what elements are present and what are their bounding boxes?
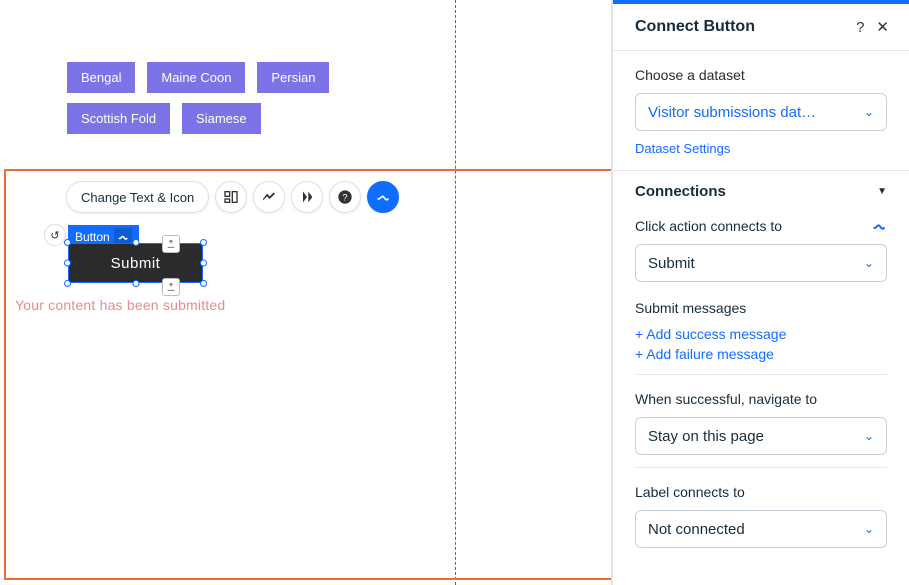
submit-status-message: Your content has been submitted [15, 297, 225, 313]
chevron-down-icon: ⌄ [864, 256, 874, 270]
navigate-section: When successful, navigate to Stay on thi… [613, 375, 909, 467]
chevron-down-icon: ⌄ [864, 429, 874, 443]
dataset-label: Choose a dataset [635, 67, 887, 83]
dataset-section: Choose a dataset Visitor submissions dat… [613, 51, 909, 170]
connect-data-icon[interactable] [367, 181, 399, 213]
tag-item[interactable]: Scottish Fold [67, 103, 170, 134]
chevron-down-icon: ⌄ [864, 105, 874, 119]
label-connects-select[interactable]: Not connected ⌄ [635, 510, 887, 548]
page-center-guide [455, 0, 456, 585]
submit-button[interactable]: Submit [68, 243, 203, 283]
element-type-label: Button [75, 230, 110, 244]
panel-title: Connect Button [635, 18, 755, 36]
help-icon[interactable]: ? [329, 181, 361, 213]
click-action-label-row: Click action connects to [635, 218, 887, 234]
tag-item[interactable]: Maine Coon [147, 62, 245, 93]
dataset-select[interactable]: Visitor submissions dat… ⌄ [635, 93, 887, 131]
padding-handle-bottom[interactable] [162, 278, 180, 296]
dataset-select-value: Visitor submissions dat… [648, 104, 816, 121]
design-icon[interactable] [253, 181, 285, 213]
tag-item[interactable]: Persian [257, 62, 329, 93]
layout-icon[interactable] [215, 181, 247, 213]
close-icon[interactable]: ✕ [876, 18, 889, 36]
connect-panel: Connect Button ? ✕ Choose a dataset Visi… [613, 0, 909, 585]
chevron-down-icon: ⌄ [864, 522, 874, 536]
tag-group: Bengal Maine Coon Persian Scottish Fold … [67, 62, 357, 144]
label-connects-value: Not connected [648, 521, 745, 538]
panel-header: Connect Button ? ✕ [613, 4, 909, 50]
label-connects-label: Label connects to [635, 484, 887, 500]
undo-icon[interactable]: ↺ [44, 224, 66, 246]
element-toolbar: Change Text & Icon ? [66, 181, 399, 213]
label-connects-section: Label connects to Not connected ⌄ [613, 468, 909, 562]
panel-help-icon[interactable]: ? [856, 19, 864, 36]
dataset-settings-link[interactable]: Dataset Settings [635, 141, 730, 156]
navigate-value: Stay on this page [648, 428, 764, 445]
submit-messages-label: Submit messages [635, 300, 887, 316]
submit-messages-section: Submit messages + Add success message + … [613, 296, 909, 374]
svg-text:?: ? [343, 192, 348, 202]
click-action-select[interactable]: Submit ⌄ [635, 244, 887, 282]
navigate-select[interactable]: Stay on this page ⌄ [635, 417, 887, 455]
animation-icon[interactable] [291, 181, 323, 213]
editor-canvas[interactable]: Bengal Maine Coon Persian Scottish Fold … [0, 0, 610, 585]
tag-item[interactable]: Siamese [182, 103, 261, 134]
connected-icon [871, 218, 887, 234]
change-text-icon-button[interactable]: Change Text & Icon [66, 181, 209, 213]
connections-heading: Connections [635, 183, 726, 200]
collapse-icon: ▼ [877, 186, 887, 197]
click-action-value: Submit [648, 255, 695, 272]
navigate-label: When successful, navigate to [635, 391, 887, 407]
click-action-section: Click action connects to Submit ⌄ [613, 212, 909, 296]
connections-header[interactable]: Connections ▼ [613, 171, 909, 212]
click-action-label: Click action connects to [635, 218, 782, 234]
tag-item[interactable]: Bengal [67, 62, 135, 93]
add-success-message-link[interactable]: + Add success message [635, 326, 887, 342]
selected-element[interactable]: Submit [68, 243, 203, 283]
add-failure-message-link[interactable]: + Add failure message [635, 346, 887, 362]
padding-handle-top[interactable] [162, 235, 180, 253]
